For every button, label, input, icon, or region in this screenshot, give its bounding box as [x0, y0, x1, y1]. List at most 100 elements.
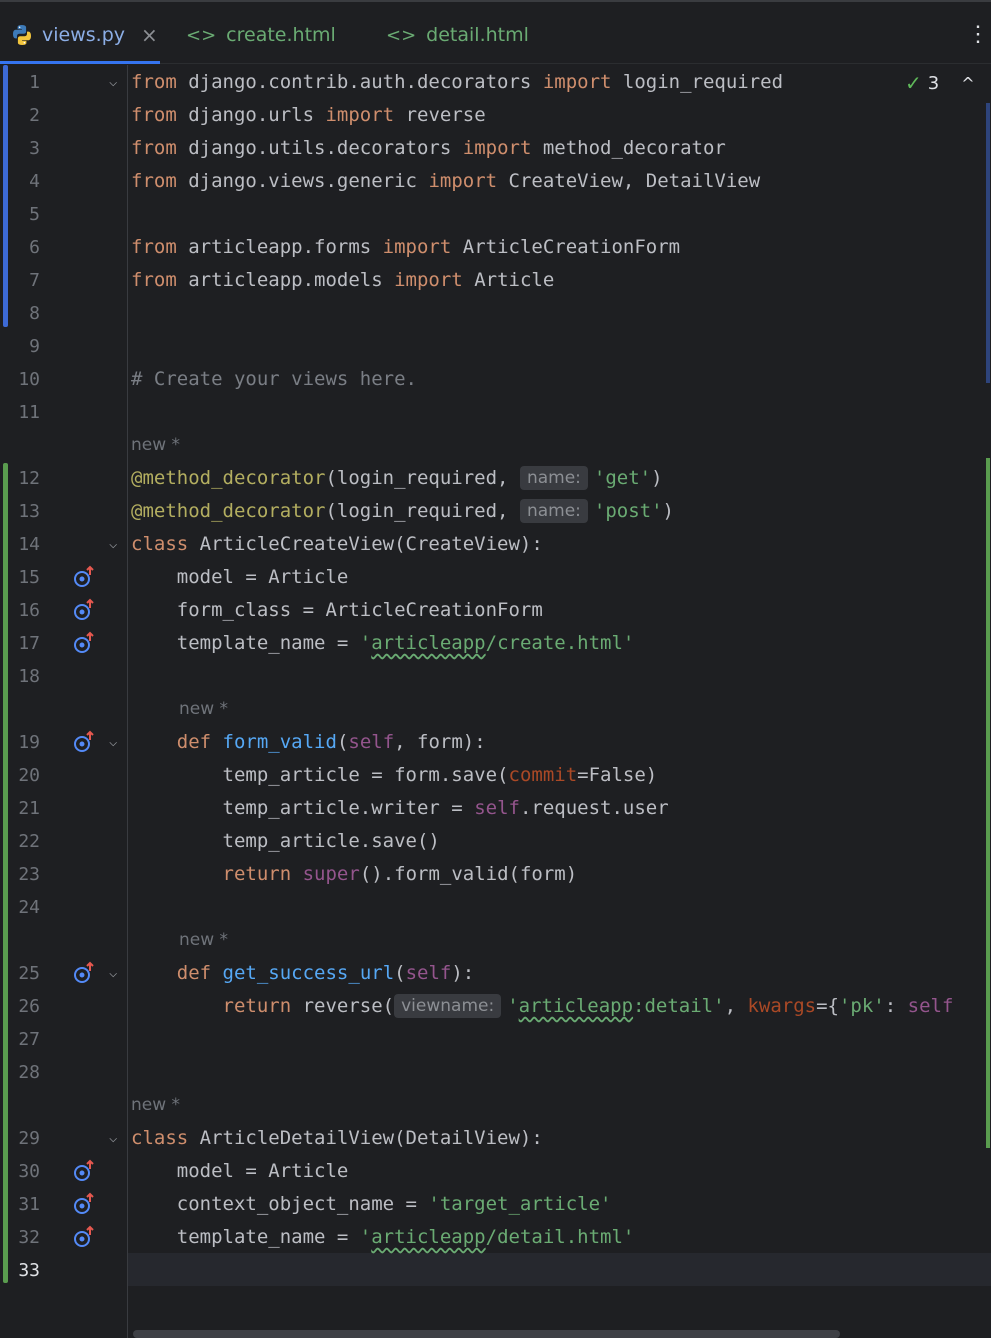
line-number: 1 [29, 72, 40, 93]
line-number: 30 [18, 1161, 40, 1182]
line-number: 23 [18, 864, 40, 885]
line-number: 28 [18, 1062, 40, 1083]
code-line-6: from articleapp.forms import ArticleCrea… [131, 231, 680, 264]
keyword: import [542, 71, 612, 93]
line-number: 12 [18, 468, 40, 489]
active-tab-indicator [0, 61, 160, 64]
string-quote: ' [359, 632, 372, 654]
typo-word: articleapp [371, 632, 486, 654]
fold-chevron-icon[interactable]: ⌵ [109, 726, 117, 759]
keyword: from [131, 170, 177, 192]
name: CreateView, DetailView [497, 170, 761, 192]
code-line-21: temp_article.writer = self.request.user [131, 792, 669, 825]
self-keyword: self [348, 731, 395, 753]
statement: temp_article.save() [222, 830, 440, 852]
fold-chevron-icon[interactable]: ⌵ [109, 957, 117, 990]
tab-detail-html[interactable]: <> detail.html [386, 22, 529, 48]
tab-views-py[interactable]: views.py × [10, 22, 158, 48]
statement: model = Article [131, 566, 349, 588]
code-line-29: class ArticleDetailView(DetailView): [131, 1122, 543, 1155]
line-number: 24 [18, 897, 40, 918]
name: reverse [394, 104, 486, 126]
line-number: 19 [18, 732, 40, 753]
override-method-icon[interactable] [72, 598, 96, 622]
line-number: 31 [18, 1194, 40, 1215]
horizontal-scrollbar[interactable] [133, 1330, 840, 1338]
string-quote: ' [507, 995, 519, 1017]
line-number: 32 [18, 1227, 40, 1248]
html-file-icon: <> [186, 24, 217, 46]
parameter-hint: name: [519, 499, 588, 523]
editor-tab-bar: views.py × <> create.html <> detail.html… [0, 0, 991, 64]
fold-chevron-icon[interactable]: ⌵ [109, 528, 117, 561]
fold-chevron-icon[interactable]: ⌵ [109, 66, 117, 99]
override-method-icon[interactable] [72, 730, 96, 754]
line-number: 26 [18, 996, 40, 1017]
override-method-icon[interactable] [72, 1225, 96, 1249]
args: (login_required, [325, 467, 520, 489]
new-code-hint: new * [179, 930, 229, 950]
module: django.utils.decorators [176, 137, 463, 159]
chevron-up-icon[interactable]: ^ [961, 74, 974, 93]
inspection-widget[interactable]: ✓ 3 ^ [905, 71, 975, 95]
code-line-1: from django.contrib.auth.decorators impo… [131, 66, 783, 99]
html-file-icon: <> [386, 24, 417, 46]
fold-chevron-icon[interactable]: ⌵ [109, 1122, 117, 1155]
comment: # Create your views here. [131, 368, 417, 390]
code-line-31: context_object_name = 'target_article' [131, 1188, 612, 1221]
gutter-separator [127, 65, 128, 1338]
code-line-12: @method_decorator(login_required, name: '… [131, 462, 663, 495]
code-line-13: @method_decorator(login_required, name: '… [131, 495, 674, 528]
string: 'target_article' [428, 1193, 612, 1215]
override-method-icon[interactable] [72, 565, 96, 589]
override-method-icon[interactable] [72, 961, 96, 985]
line-number: 18 [18, 666, 40, 687]
parameter-hint: name: [519, 466, 588, 490]
function-name: form_valid [222, 731, 337, 753]
tab-label: views.py [42, 24, 125, 46]
keyword: import [325, 104, 395, 126]
keyword: import [394, 269, 463, 291]
paren: ( [394, 962, 406, 984]
statement: temp_article.writer = [222, 797, 475, 819]
self-keyword: self [405, 962, 452, 984]
string: 'post' [593, 500, 663, 522]
line-number: 11 [18, 402, 40, 423]
tab-create-html[interactable]: <> create.html [186, 22, 336, 48]
params: ): [451, 962, 475, 984]
statement: form_class = ArticleCreationForm [131, 599, 543, 621]
line-number: 3 [29, 138, 40, 159]
inspection-count: 3 [927, 72, 940, 94]
line-number: 29 [18, 1128, 40, 1149]
keyword: def [176, 962, 212, 984]
check-icon: ✓ [905, 71, 922, 95]
statement: .request.user [519, 797, 669, 819]
tab-label: create.html [226, 24, 336, 46]
keyword: def [176, 731, 212, 753]
close-icon[interactable]: × [141, 23, 158, 47]
line-number: 15 [18, 567, 40, 588]
module: articleapp.models [176, 269, 395, 291]
code-editor[interactable]: ✓ 3 ^ 1 2 3 4 5 6 7 8 9 10 11 12 13 14 1… [0, 65, 991, 1338]
line-number: 20 [18, 765, 40, 786]
line-number: 21 [18, 798, 40, 819]
statement: model = Article [131, 1160, 349, 1182]
scrollbar-change-marker [986, 103, 990, 383]
override-method-icon[interactable] [72, 1159, 96, 1183]
override-method-icon[interactable] [72, 631, 96, 655]
args: (login_required, [325, 500, 520, 522]
line-number: 14 [18, 534, 40, 555]
line-number: 22 [18, 831, 40, 852]
self-keyword: self [474, 797, 520, 819]
more-options-icon[interactable]: ⋮ [967, 22, 989, 47]
string: /create.html' [485, 632, 635, 654]
override-method-icon[interactable] [72, 1192, 96, 1216]
string: /detail.html' [485, 1226, 635, 1248]
keyword-arg: commit [508, 764, 578, 786]
line-number: 9 [29, 336, 40, 357]
new-code-hint: new * [179, 699, 229, 719]
code-line-14: class ArticleCreateView(CreateView): [131, 528, 543, 561]
